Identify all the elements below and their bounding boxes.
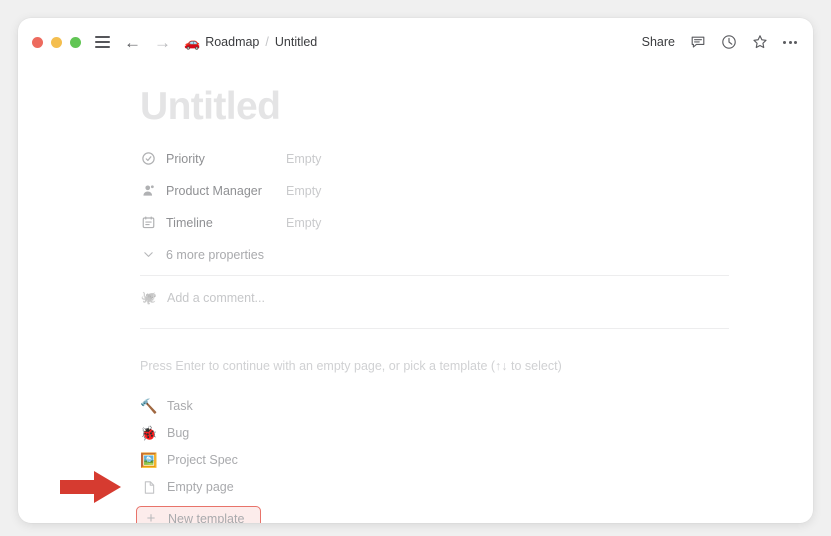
comment-icon[interactable]	[690, 34, 706, 50]
ellipsis-dot	[788, 40, 792, 44]
property-value[interactable]: Empty	[286, 184, 321, 198]
titlebar: ← → 🚗 Roadmap / Untitled Share	[18, 18, 813, 66]
property-value[interactable]: Empty	[286, 152, 321, 166]
property-value[interactable]: Empty	[286, 216, 321, 230]
app-window: ← → 🚗 Roadmap / Untitled Share Untitled …	[18, 18, 813, 523]
plus-icon: +	[146, 510, 156, 523]
ellipsis-dot	[794, 40, 797, 44]
titlebar-actions: Share	[642, 34, 797, 50]
select-property-icon	[140, 150, 157, 167]
more-properties-label: 6 more properties	[166, 247, 264, 262]
hammer-emoji-icon: 🔨	[140, 398, 158, 415]
breadcrumb-separator: /	[265, 35, 269, 49]
comment-input[interactable]: Add a comment...	[167, 291, 265, 305]
template-label: Empty page	[167, 480, 234, 495]
navigation-arrows: ← →	[124, 34, 171, 51]
chevron-down-icon	[140, 248, 157, 261]
breadcrumb: 🚗 Roadmap / Untitled	[184, 35, 317, 49]
car-emoji-icon: 🚗	[184, 34, 201, 50]
window-controls	[32, 36, 81, 48]
person-property-icon	[140, 182, 157, 199]
hamburger-line	[95, 36, 110, 38]
property-row-timeline[interactable]: Timeline Empty	[140, 211, 729, 235]
template-item-bug[interactable]: 🐞 Bug	[140, 420, 729, 447]
new-template-button[interactable]: + New template	[136, 505, 261, 523]
framed-picture-emoji-icon: 🖼️	[140, 452, 158, 469]
date-property-icon	[140, 214, 157, 231]
template-label: Task	[167, 399, 193, 414]
maximize-window-button[interactable]	[70, 36, 81, 48]
share-button[interactable]: Share	[642, 35, 675, 49]
more-options-icon[interactable]	[783, 40, 797, 44]
new-template-label: New template	[168, 511, 245, 523]
favorite-star-icon[interactable]	[752, 34, 768, 50]
property-name: Priority	[166, 151, 205, 166]
breadcrumb-parent[interactable]: Roadmap	[205, 35, 259, 49]
minimize-window-button[interactable]	[51, 36, 62, 48]
property-name: Timeline	[166, 215, 213, 230]
template-hint-text: Press Enter to continue with an empty pa…	[140, 358, 562, 373]
page-title-input[interactable]: Untitled	[140, 85, 729, 129]
breadcrumb-current[interactable]: Untitled	[275, 35, 317, 49]
template-label: Project Spec	[167, 453, 238, 468]
hamburger-line	[95, 41, 110, 43]
property-name: Product Manager	[166, 183, 262, 198]
property-row-product-manager[interactable]: Product Manager Empty	[140, 179, 729, 203]
sidebar-toggle-icon[interactable]	[95, 36, 110, 48]
close-window-button[interactable]	[32, 36, 43, 48]
page-body: Untitled Priority Empty Product Manager …	[18, 66, 813, 523]
template-item-project-spec[interactable]: 🖼️ Project Spec	[140, 447, 729, 474]
page-content: Untitled Priority Empty Product Manager …	[18, 85, 813, 523]
add-comment-row[interactable]: 🐙 Add a comment...	[140, 276, 729, 320]
hamburger-line	[95, 46, 110, 48]
more-properties-toggle[interactable]: 6 more properties	[140, 243, 729, 267]
divider-below-comment	[140, 327, 729, 329]
template-label: Bug	[167, 426, 190, 441]
template-item-empty-page[interactable]: Empty page	[140, 474, 729, 501]
forward-arrow-icon[interactable]: →	[154, 34, 171, 51]
property-row-priority[interactable]: Priority Empty	[140, 147, 729, 171]
ellipsis-dot	[783, 40, 786, 44]
back-arrow-icon[interactable]: ←	[124, 34, 141, 51]
template-item-task[interactable]: 🔨 Task	[140, 393, 729, 420]
page-icon	[140, 478, 158, 496]
history-clock-icon[interactable]	[721, 34, 737, 50]
ladybug-emoji-icon: 🐞	[140, 425, 158, 442]
avatar: 🐙	[140, 289, 158, 305]
